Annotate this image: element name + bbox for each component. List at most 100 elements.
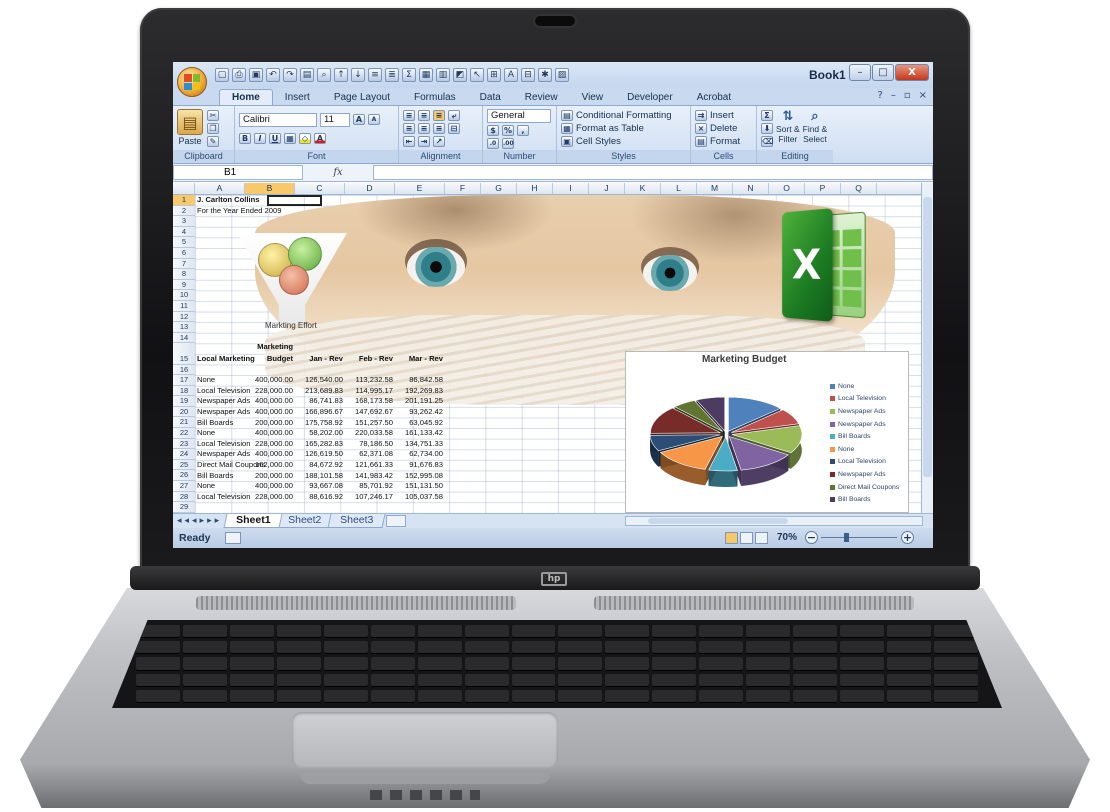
copy-icon[interactable]: ❐ bbox=[207, 123, 219, 134]
column-header-n[interactable]: N bbox=[733, 183, 769, 194]
underline-button[interactable]: U bbox=[269, 133, 281, 144]
row-header-23[interactable]: 23 bbox=[173, 439, 195, 450]
bold-button[interactable]: B bbox=[239, 133, 251, 144]
row-header-16[interactable]: 16 bbox=[173, 365, 195, 376]
borders-icon[interactable]: ▦ bbox=[284, 133, 296, 144]
tab-data[interactable]: Data bbox=[468, 90, 513, 105]
row-header-9[interactable]: 9 bbox=[173, 280, 195, 291]
delete-cells-button[interactable]: ⨯ Delete bbox=[695, 122, 752, 135]
tab-acrobat[interactable]: Acrobat bbox=[685, 90, 743, 105]
save-icon[interactable]: ▣ bbox=[249, 68, 263, 82]
font-color-icon[interactable]: A bbox=[504, 68, 518, 82]
row-header-29[interactable]: 29 bbox=[173, 502, 195, 513]
row-header-5[interactable]: 5 bbox=[173, 237, 195, 248]
comma-button[interactable]: , bbox=[517, 125, 529, 136]
row-header-26[interactable]: 26 bbox=[173, 470, 195, 482]
row-header-17[interactable]: 17 bbox=[173, 375, 195, 386]
page-layout-view-icon[interactable] bbox=[740, 532, 753, 544]
row-header-2[interactable]: 2 bbox=[173, 206, 195, 217]
row-header-27[interactable]: 27 bbox=[173, 481, 195, 492]
autosum-icon[interactable]: Σ bbox=[402, 68, 416, 82]
sheet-tab-2[interactable]: Sheet2 bbox=[275, 514, 335, 528]
zoom-out-button[interactable]: − bbox=[805, 531, 818, 544]
pie-chart[interactable]: Marketing Budget None Local Television New… bbox=[625, 351, 909, 513]
zoom-slider-thumb[interactable] bbox=[844, 533, 850, 542]
row-header-24[interactable]: 24 bbox=[173, 449, 195, 460]
row-header-7[interactable]: 7 bbox=[173, 259, 195, 270]
sort-ascending-icon[interactable]: ↑ bbox=[334, 68, 348, 82]
row-header-12[interactable]: 12 bbox=[173, 312, 195, 323]
column-header-h[interactable]: H bbox=[517, 183, 553, 194]
align-left-button[interactable]: ≡ bbox=[403, 123, 415, 134]
new-file-icon[interactable]: ▢ bbox=[215, 68, 229, 82]
row-header-1[interactable]: 1 bbox=[173, 195, 195, 206]
column-header-o[interactable]: O bbox=[769, 183, 805, 194]
column-header-b[interactable]: B bbox=[245, 183, 295, 194]
percent-button[interactable]: % bbox=[502, 125, 514, 136]
align-bottom-icon[interactable]: ≡ bbox=[433, 110, 445, 121]
row-header-8[interactable]: 8 bbox=[173, 269, 195, 280]
column-header-a[interactable]: A bbox=[195, 183, 245, 194]
row-header-22[interactable]: 22 bbox=[173, 428, 195, 439]
tab-home[interactable]: Home bbox=[219, 89, 273, 105]
cell-styles-button[interactable]: ▣ Cell Styles bbox=[561, 135, 686, 148]
italic-button[interactable]: I bbox=[254, 133, 266, 144]
undo-icon[interactable]: ↶ bbox=[266, 68, 280, 82]
close-button[interactable]: X bbox=[895, 64, 929, 81]
column-header-i[interactable]: I bbox=[553, 183, 589, 194]
tab-developer[interactable]: Developer bbox=[615, 90, 685, 105]
row-header-14[interactable]: 14 bbox=[173, 333, 195, 344]
row-header-20[interactable]: 20 bbox=[173, 407, 195, 418]
align-top-icon[interactable]: ≡ bbox=[403, 110, 415, 121]
zoom-slider[interactable] bbox=[821, 533, 897, 542]
row-header-21[interactable]: 21 bbox=[173, 417, 195, 429]
shrink-font-icon[interactable]: A bbox=[368, 114, 380, 125]
picture-icon[interactable]: ▨ bbox=[555, 68, 569, 82]
tab-insert[interactable]: Insert bbox=[273, 90, 322, 105]
grow-font-icon[interactable]: A bbox=[353, 114, 365, 125]
column-header-p[interactable]: P bbox=[805, 183, 841, 194]
sort-filter-button[interactable]: ⇅ Sort & Filter bbox=[776, 109, 800, 148]
column-header-q[interactable]: Q bbox=[841, 183, 877, 194]
font-color-button[interactable]: A bbox=[314, 133, 326, 144]
chart-icon[interactable]: ▥ bbox=[436, 68, 450, 82]
zoom-in-button[interactable]: + bbox=[901, 531, 914, 544]
format-painter-icon[interactable]: ✎ bbox=[207, 136, 219, 147]
row-header-13[interactable]: 13 bbox=[173, 322, 195, 333]
open-icon[interactable]: ▤ bbox=[300, 68, 314, 82]
format-cells-button[interactable]: ▤ Format bbox=[695, 135, 752, 148]
maximize-button[interactable]: □ bbox=[872, 64, 894, 81]
decrease-indent-icon[interactable]: ⇤ bbox=[403, 136, 415, 147]
tab-formulas[interactable]: Formulas bbox=[402, 90, 468, 105]
zoom-level[interactable]: 70% bbox=[777, 532, 797, 543]
autosum-button[interactable]: Σ bbox=[761, 110, 773, 121]
minimize-button[interactable]: – bbox=[849, 64, 871, 81]
tab-review[interactable]: Review bbox=[513, 90, 570, 105]
column-header-f[interactable]: F bbox=[445, 183, 481, 194]
table-icon[interactable]: ⊟ bbox=[521, 68, 535, 82]
decrease-decimal-button[interactable]: .00 bbox=[502, 138, 514, 149]
tab-page-layout[interactable]: Page Layout bbox=[322, 90, 402, 105]
sheet-nav-arrows-icon[interactable]: ◂◂◂▸▸▸ bbox=[173, 516, 229, 526]
help-icon[interactable]: ? bbox=[878, 90, 883, 101]
grid-icon[interactable]: ⊞ bbox=[487, 68, 501, 82]
fill-color-button[interactable]: ◇ bbox=[299, 133, 311, 144]
sort-descending-icon[interactable]: ↓ bbox=[351, 68, 365, 82]
ribbon-close-icon[interactable]: × bbox=[919, 90, 927, 101]
column-header-k[interactable]: K bbox=[625, 183, 661, 194]
row-header-28[interactable]: 28 bbox=[173, 492, 195, 503]
row-header-3[interactable]: 3 bbox=[173, 216, 195, 227]
normal-view-icon[interactable] bbox=[725, 532, 738, 544]
column-header-l[interactable]: L bbox=[661, 183, 697, 194]
print-preview-icon[interactable]: ⌕ bbox=[317, 68, 331, 82]
insert-function-icon[interactable]: fx bbox=[303, 167, 373, 178]
column-header-m[interactable]: M bbox=[697, 183, 733, 194]
column-header-g[interactable]: G bbox=[481, 183, 517, 194]
conditional-formatting-button[interactable]: ▤ Conditional Formatting bbox=[561, 109, 686, 122]
fill-color-icon[interactable]: ◩ bbox=[453, 68, 467, 82]
align-right-button[interactable]: ≡ bbox=[433, 123, 445, 134]
horizontal-scrollbar[interactable] bbox=[625, 516, 923, 526]
increase-decimal-button[interactable]: .0 bbox=[487, 138, 499, 149]
orientation-icon[interactable]: ↗ bbox=[433, 136, 445, 147]
row-header-6[interactable]: 6 bbox=[173, 248, 195, 259]
